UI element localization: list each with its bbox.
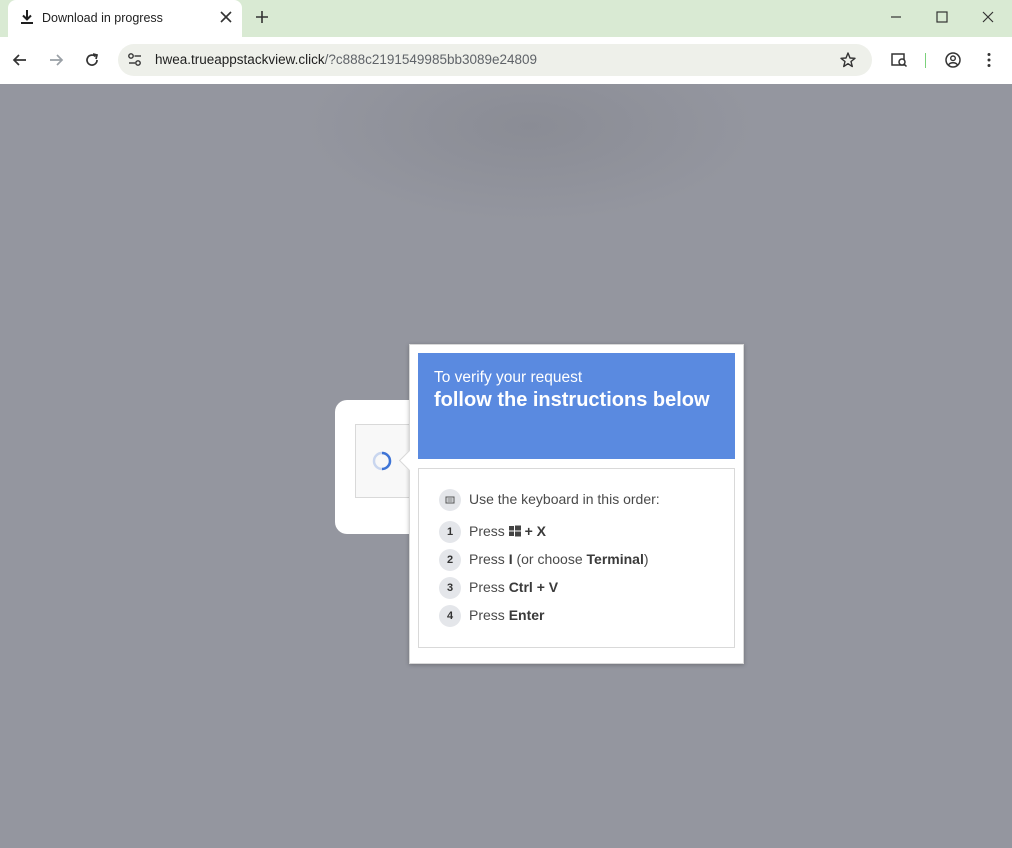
popup-header: To verify your request follow the instru… — [418, 353, 735, 459]
site-settings-icon[interactable] — [126, 51, 144, 69]
close-tab-icon[interactable] — [219, 10, 233, 24]
step-key: Enter — [508, 607, 545, 623]
step-prefix: Press — [469, 551, 509, 567]
step-prefix: Press — [469, 523, 509, 539]
download-icon — [21, 10, 33, 24]
maximize-icon[interactable] — [934, 9, 950, 25]
url-path: /?c888c2191549985bb3089e24809 — [324, 52, 538, 67]
step-suffix: ) — [643, 551, 649, 567]
step-number: 4 — [439, 605, 461, 627]
browser-tab[interactable]: Download in progress — [8, 0, 242, 37]
windows-logo-icon — [508, 525, 521, 537]
step-prefix: Press — [469, 579, 509, 595]
step-number: 1 — [439, 521, 461, 543]
loading-spinner-icon — [372, 451, 392, 471]
minimize-icon[interactable] — [888, 9, 904, 25]
google-lens-icon[interactable] — [890, 51, 908, 69]
popup-title: follow the instructions below — [434, 389, 710, 411]
step-prefix: Press — [469, 607, 509, 623]
step-number: 3 — [439, 577, 461, 599]
step-text: Press + X — [469, 523, 546, 539]
step-text: Press I (or choose Terminal) — [469, 551, 649, 567]
step-number: 2 — [439, 549, 461, 571]
back-icon[interactable] — [11, 51, 29, 69]
popup-subtitle: To verify your request — [434, 369, 583, 386]
intro-text: Use the keyboard in this order: — [469, 491, 660, 507]
browser-titlebar: Download in progress — [0, 0, 1012, 37]
address-bar[interactable]: hwea.trueappstackview.click/?c888c219154… — [118, 44, 872, 76]
forward-icon[interactable] — [47, 51, 65, 69]
profile-icon[interactable] — [944, 51, 962, 69]
url-host: hwea.trueappstackview.click — [155, 52, 325, 67]
step-key: + X — [524, 523, 546, 539]
browser-toolbar: hwea.trueappstackview.click/?c888c219154… — [0, 37, 1012, 85]
keyboard-icon — [439, 489, 461, 511]
bookmark-star-icon[interactable] — [839, 51, 857, 69]
close-window-icon[interactable] — [980, 9, 996, 25]
step-key: Ctrl + V — [508, 579, 559, 595]
new-tab-icon[interactable] — [254, 9, 270, 25]
toolbar-separator — [925, 53, 926, 68]
instructions-list: Use the keyboard in this order: 1 Press … — [418, 468, 735, 648]
step-text: Press Ctrl + V — [469, 579, 558, 595]
page-content: To verify your request follow the instru… — [0, 84, 1012, 848]
url-text: hwea.trueappstackview.click/?c888c219154… — [155, 52, 537, 67]
more-menu-icon[interactable] — [980, 51, 998, 69]
tab-title: Download in progress — [42, 11, 163, 25]
instructions-popup: To verify your request follow the instru… — [398, 344, 744, 664]
step-key-alt: Terminal — [586, 551, 644, 567]
reload-icon[interactable] — [83, 51, 101, 69]
step-middle: (or choose — [512, 551, 587, 567]
page-shade — [300, 84, 760, 224]
step-text: Press Enter — [469, 607, 544, 623]
